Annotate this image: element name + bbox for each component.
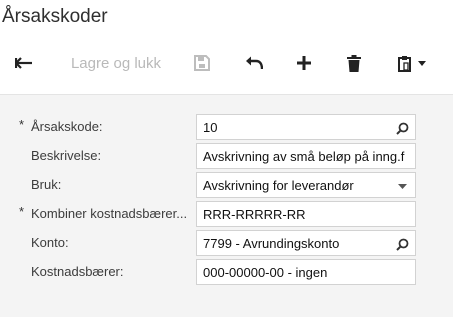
search-icon[interactable]: [395, 237, 409, 251]
account-label: Konto:: [31, 235, 69, 250]
usage-value: Avskrivning for leverandør: [203, 178, 354, 193]
description-value: Avskrivning av små beløp på inng.f: [203, 149, 405, 164]
account-input[interactable]: 7799 - Avrundingskonto: [196, 230, 416, 256]
floppy-disk-icon: [194, 55, 210, 71]
combine-cost-unit-input[interactable]: RRR-RRRRR-RR: [196, 201, 416, 227]
usage-select[interactable]: Avskrivning for leverandør: [196, 172, 416, 198]
delete-button[interactable]: [338, 40, 370, 86]
account-value: 7799 - Avrundingskonto: [203, 236, 340, 251]
reason-code-value: 10: [203, 120, 218, 135]
cost-unit-value: 000-00000-00 - ingen: [203, 265, 328, 280]
back-button[interactable]: [6, 40, 42, 86]
required-marker: *: [19, 204, 25, 219]
trash-icon: [347, 54, 361, 72]
clipboard-icon: [397, 55, 412, 72]
field-row-reason-code: * Årsakskode: 10: [0, 114, 453, 140]
save-button[interactable]: [186, 40, 218, 86]
field-row-cost-unit: Kostnadsbærer: 000-00000-00 - ingen: [0, 259, 453, 285]
required-marker: *: [19, 117, 25, 132]
reason-code-label: Årsakskode:: [31, 119, 103, 134]
usage-label: Bruk:: [31, 177, 62, 192]
search-icon[interactable]: [395, 121, 409, 135]
plus-icon: [296, 55, 312, 71]
field-row-account: Konto: 7799 - Avrundingskonto: [0, 230, 453, 256]
field-row-description: Beskrivelse: Avskrivning av små beløp på…: [0, 143, 453, 169]
field-row-combine-cost-unit: * Kombiner kostnadsbærer... RRR-RRRRR-RR: [0, 201, 453, 227]
undo-button[interactable]: [238, 40, 270, 86]
toolbar: Lagre og lukk: [0, 40, 453, 86]
description-label: Beskrivelse:: [31, 148, 102, 163]
save-and-close-button[interactable]: Lagre og lukk: [58, 40, 174, 86]
field-row-usage: Bruk: Avskrivning for leverandør: [0, 172, 453, 198]
undo-icon: [245, 56, 263, 70]
chevron-down-icon[interactable]: [395, 179, 409, 193]
paste-menu-button[interactable]: [386, 40, 436, 86]
add-button[interactable]: [288, 40, 320, 86]
combine-cost-unit-label: Kombiner kostnadsbærer...: [31, 206, 188, 221]
cost-unit-label: Kostnadsbærer:: [31, 264, 124, 279]
description-input[interactable]: Avskrivning av små beløp på inng.f: [196, 143, 416, 169]
reason-code-input[interactable]: 10: [196, 114, 416, 140]
chevron-down-icon: [417, 60, 426, 66]
page-title: Årsakskoder: [2, 6, 108, 27]
combine-cost-unit-value: RRR-RRRRR-RR: [203, 207, 306, 222]
cost-unit-input[interactable]: 000-00000-00 - ingen: [196, 259, 416, 285]
arrow-left-icon: [15, 56, 33, 70]
form-panel: * Årsakskode: 10 Beskrivelse: Avskrivnin…: [0, 94, 453, 317]
